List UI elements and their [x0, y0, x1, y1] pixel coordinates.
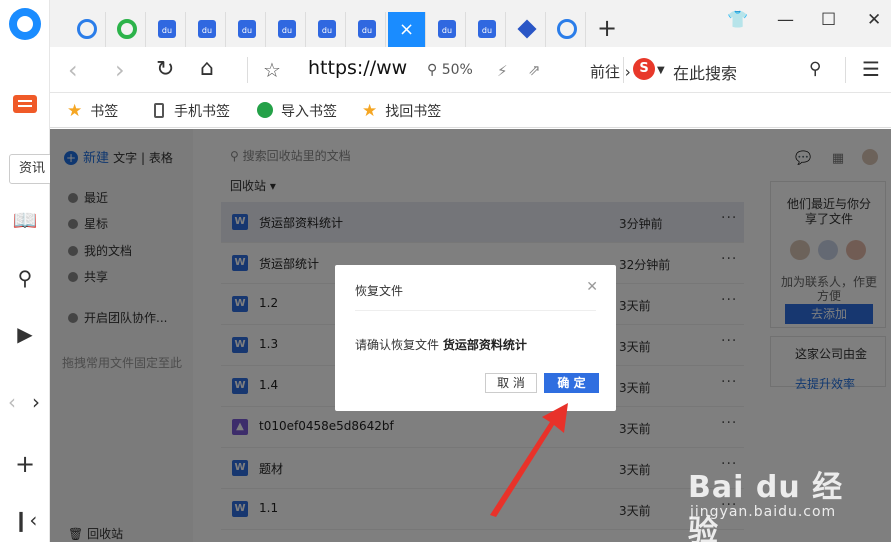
- divider: [247, 57, 248, 83]
- baidu-icon: du: [358, 20, 376, 38]
- search-icon[interactable]: ⚲: [12, 265, 38, 291]
- home-icon[interactable]: ⌂: [200, 56, 214, 81]
- bookmark-label: 书签: [90, 104, 119, 120]
- goto-button[interactable]: 前往 ›: [590, 61, 631, 82]
- sogou-search-engine-icon[interactable]: S: [633, 58, 655, 80]
- watermark-brand: Bai du 经验: [688, 470, 844, 542]
- divider: [845, 57, 846, 83]
- baidu-icon: du: [278, 20, 296, 38]
- chevron-down-icon[interactable]: ▼: [657, 65, 665, 76]
- lightning-icon[interactable]: ⚡: [497, 62, 508, 80]
- confirm-button[interactable]: 确 定: [544, 373, 599, 393]
- tab-ie[interactable]: [548, 12, 586, 47]
- bookmarks-bar: ★ 书签 手机书签 导入书签 ★ 找回书签: [50, 93, 891, 128]
- tab-strip: du du du du du du × du du + 👕 — ☐ ✕: [50, 0, 891, 47]
- menu-icon[interactable]: ☰: [862, 57, 880, 81]
- browser-logo-icon[interactable]: [9, 8, 41, 40]
- ie-icon: [77, 19, 97, 39]
- collapse-left-icon[interactable]: ‹: [2, 389, 22, 415]
- tab-baidu[interactable]: du: [228, 12, 266, 47]
- sidebar-tooltip: 资讯: [9, 154, 55, 184]
- goto-label: 前往: [590, 63, 621, 81]
- dialog-title: 恢复文件: [355, 284, 404, 298]
- tab-baidu[interactable]: du: [188, 12, 226, 47]
- close-icon[interactable]: ✕: [586, 279, 598, 295]
- divider: [355, 310, 596, 311]
- close-tab-icon[interactable]: ×: [388, 19, 425, 40]
- baidu-icon: du: [438, 20, 456, 38]
- tab-baidu[interactable]: du: [348, 12, 386, 47]
- bookmark-folder[interactable]: ★ 书签: [67, 101, 118, 121]
- bookmark-label: 找回书签: [385, 104, 442, 120]
- star-icon: ★: [67, 101, 83, 121]
- divider: [623, 57, 624, 83]
- share-icon[interactable]: ⇗: [528, 61, 541, 79]
- back-icon[interactable]: ‹: [68, 56, 78, 84]
- tab-active[interactable]: ×: [388, 12, 426, 47]
- watermark-url: jingyan.baidu.com: [690, 504, 837, 520]
- video-icon[interactable]: ▶: [12, 321, 38, 347]
- close-window-icon[interactable]: ✕: [867, 10, 881, 30]
- tab-baidu[interactable]: du: [148, 12, 186, 47]
- shirt-icon[interactable]: 👕: [727, 10, 748, 30]
- bookmark-label: 导入书签: [281, 104, 337, 120]
- book-icon[interactable]: 📖: [12, 207, 38, 233]
- star-icon: ★: [362, 101, 378, 121]
- url-input[interactable]: https://ww: [308, 57, 407, 79]
- baidu-icon: du: [478, 20, 496, 38]
- new-tab-button[interactable]: +: [597, 14, 617, 42]
- bookmark-label: 手机书签: [174, 104, 230, 120]
- tab-layers[interactable]: [508, 12, 546, 47]
- favorite-star-icon[interactable]: ☆: [263, 58, 281, 82]
- dialog-message: 请确认恢复文件 货运部资料统计: [355, 336, 527, 353]
- message-file-name: 货运部资料统计: [442, 338, 527, 352]
- import-icon: [257, 102, 273, 118]
- collapse-sidebar-icon[interactable]: ❙‹: [12, 507, 38, 533]
- baidu-icon: du: [158, 20, 176, 38]
- phone-icon: [154, 103, 164, 118]
- message-prefix: 请确认恢复文件: [355, 338, 443, 352]
- tab-baidu[interactable]: du: [428, 12, 466, 47]
- baidu-jingyan-watermark: Bai du 经验 jingyan.baidu.com: [688, 462, 868, 542]
- mobile-bookmarks[interactable]: 手机书签: [154, 101, 230, 121]
- forward-icon[interactable]: ›: [115, 56, 125, 84]
- zoom-level[interactable]: ⚲ 50%: [427, 62, 473, 78]
- minimize-icon[interactable]: —: [777, 10, 794, 30]
- recover-bookmarks[interactable]: ★ 找回书签: [362, 101, 441, 121]
- baidu-icon: du: [318, 20, 336, 38]
- tab-ie[interactable]: [68, 12, 106, 47]
- maximize-icon[interactable]: ☐: [821, 10, 836, 30]
- baidu-icon: du: [238, 20, 256, 38]
- annotation-arrow-icon: [490, 403, 568, 517]
- restore-file-dialog: 恢复文件 ✕ 请确认恢复文件 货运部资料统计 取 消 确 定: [335, 265, 616, 411]
- tab-baidu[interactable]: du: [268, 12, 306, 47]
- search-icon[interactable]: ⚲: [809, 59, 821, 79]
- tab-baidu[interactable]: du: [308, 12, 346, 47]
- tab-qq[interactable]: [108, 12, 146, 47]
- news-icon[interactable]: [13, 95, 37, 113]
- cancel-button[interactable]: 取 消: [485, 373, 537, 393]
- browser-sidebar: 📖 ⚲ ▶ ‹ › + ❙‹: [0, 0, 50, 542]
- tab-baidu[interactable]: du: [468, 12, 506, 47]
- ie-icon: [557, 19, 577, 39]
- search-input[interactable]: 在此搜索: [673, 60, 737, 84]
- qq-icon: [117, 19, 137, 39]
- import-bookmarks[interactable]: 导入书签: [257, 101, 337, 121]
- expand-right-icon[interactable]: ›: [26, 389, 46, 415]
- layers-icon: [517, 19, 537, 39]
- add-icon[interactable]: +: [12, 451, 38, 477]
- refresh-icon[interactable]: ↻: [156, 57, 174, 82]
- address-bar: ‹ › ↻ ⌂ ☆ https://ww ⚲ 50% ⚡ ⇗ 前往 › S ▼ …: [50, 47, 891, 93]
- baidu-icon: du: [198, 20, 216, 38]
- zoom-value: 50%: [441, 62, 473, 78]
